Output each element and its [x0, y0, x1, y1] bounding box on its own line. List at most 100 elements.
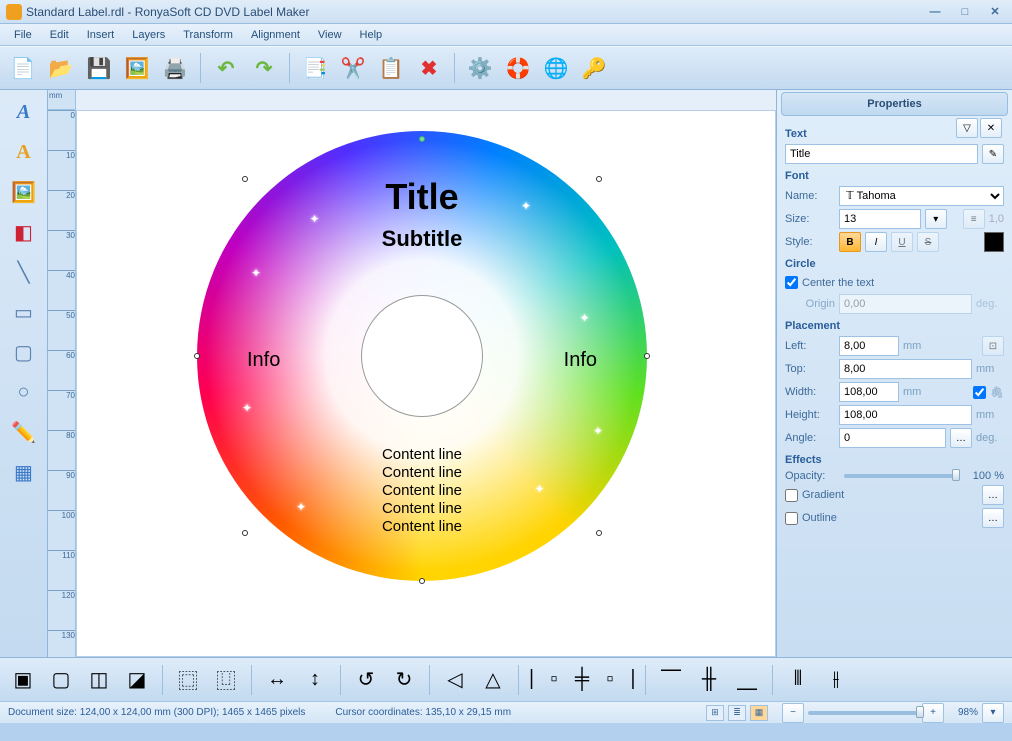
strike-button[interactable]: S	[917, 232, 939, 252]
resize-handle-s[interactable]	[419, 578, 425, 584]
settings-button[interactable]: ⚙️	[463, 51, 497, 85]
bold-button[interactable]: B	[839, 232, 861, 252]
send-backward-button[interactable]: ◪	[120, 663, 154, 697]
resize-handle-ne[interactable]	[596, 176, 602, 182]
pencil-tool[interactable]: ✏️	[6, 414, 42, 450]
align-left-button[interactable]: ⎸▫	[527, 663, 561, 697]
zoom-in-button[interactable]: +	[922, 703, 944, 723]
fancy-text-tool[interactable]: A	[6, 134, 42, 170]
group-button[interactable]: ⿴	[171, 663, 205, 697]
menu-file[interactable]: File	[6, 27, 40, 43]
help-button[interactable]: 🛟	[501, 51, 535, 85]
flip-h-button[interactable]: ◁	[438, 663, 472, 697]
bring-forward-button[interactable]: ◫	[82, 663, 116, 697]
disc-content-lines[interactable]: Content lineContent lineContent lineCont…	[382, 446, 462, 536]
panel-close-button[interactable]: ✕	[980, 118, 1002, 138]
gradient-more-button[interactable]: …	[982, 485, 1004, 505]
view-grid-button[interactable]: ⊞	[706, 705, 724, 721]
print-button[interactable]: 🖨️	[158, 51, 192, 85]
align-center-h-button[interactable]: ╪	[565, 663, 599, 697]
italic-button[interactable]: I	[865, 232, 887, 252]
new-button[interactable]: 📄	[6, 51, 40, 85]
distribute-h-button[interactable]: ⫴	[781, 663, 815, 697]
width-input[interactable]	[839, 382, 899, 402]
image-tool[interactable]: 🖼️	[6, 174, 42, 210]
angle-input[interactable]	[839, 428, 946, 448]
distribute-v-button[interactable]: ⫲	[819, 663, 853, 697]
rounded-rect-tool[interactable]: ▢	[6, 334, 42, 370]
angle-more-button[interactable]: …	[950, 428, 972, 448]
menu-help[interactable]: Help	[352, 27, 391, 43]
menu-alignment[interactable]: Alignment	[243, 27, 308, 43]
rotate-right-button[interactable]: ↻	[387, 663, 421, 697]
maximize-button[interactable]: □	[954, 3, 976, 21]
resize-handle-e[interactable]	[644, 353, 650, 359]
canvas[interactable]: ✦ ✦ ✦ ✦ ✦ ✦ ✦ ✦ Title Subtitle Info Info…	[76, 110, 776, 657]
menu-insert[interactable]: Insert	[79, 27, 123, 43]
center-text-checkbox[interactable]: Center the text	[785, 274, 1004, 291]
rotate-left-button[interactable]: ↺	[349, 663, 383, 697]
paste-button[interactable]: 📋	[374, 51, 408, 85]
resize-handle-sw[interactable]	[242, 530, 248, 536]
top-input[interactable]	[839, 359, 972, 379]
delete-button[interactable]: ✖	[412, 51, 446, 85]
fit-height-button[interactable]: ↕	[298, 663, 332, 697]
font-color-swatch[interactable]	[984, 232, 1004, 252]
line-tool[interactable]: ╲	[6, 254, 42, 290]
resize-handle-w[interactable]	[194, 353, 200, 359]
center-h-button[interactable]: ⊡	[982, 336, 1004, 356]
send-back-button[interactable]: ▢	[44, 663, 78, 697]
disc-title-text[interactable]: Title	[385, 176, 458, 218]
bring-front-button[interactable]: ▣	[6, 663, 40, 697]
view-list-button[interactable]: ≣	[728, 705, 746, 721]
rectangle-tool[interactable]: ▭	[6, 294, 42, 330]
disc-info-right[interactable]: Info	[564, 349, 597, 372]
zoom-knob[interactable]	[916, 706, 924, 718]
shapes-tool[interactable]: ◧	[6, 214, 42, 250]
text-tool[interactable]: A	[6, 94, 42, 130]
copy-button[interactable]: 📑	[298, 51, 332, 85]
key-button[interactable]: 🔑	[577, 51, 611, 85]
lock-aspect-check[interactable]	[973, 386, 986, 399]
underline-button[interactable]: U	[891, 232, 913, 252]
disc-subtitle-text[interactable]: Subtitle	[382, 226, 463, 252]
panel-dropdown-button[interactable]: ▽	[956, 118, 978, 138]
gradient-check[interactable]	[785, 489, 798, 502]
rotation-handle[interactable]	[419, 136, 425, 142]
menu-transform[interactable]: Transform	[175, 27, 241, 43]
height-input[interactable]	[839, 405, 972, 425]
ungroup-button[interactable]: ⿶	[209, 663, 243, 697]
resize-handle-nw[interactable]	[242, 176, 248, 182]
text-input[interactable]	[785, 144, 978, 164]
text-edit-button[interactable]: ✎	[982, 144, 1004, 164]
fit-width-button[interactable]: ↔	[260, 663, 294, 697]
stamp-tool[interactable]: ▦	[6, 454, 42, 490]
close-button[interactable]: ✕	[984, 3, 1006, 21]
align-top-button[interactable]: ⎺	[654, 663, 688, 697]
ellipse-tool[interactable]: ○	[6, 374, 42, 410]
resize-handle-se[interactable]	[596, 530, 602, 536]
opacity-slider[interactable]	[844, 474, 960, 478]
zoom-slider[interactable]	[808, 711, 918, 715]
web-button[interactable]: 🌐	[539, 51, 573, 85]
view-normal-button[interactable]: ▦	[750, 705, 768, 721]
minimize-button[interactable]: —	[924, 3, 946, 21]
left-input[interactable]	[839, 336, 899, 356]
zoom-dropdown-button[interactable]: ▾	[982, 703, 1004, 723]
undo-button[interactable]: ↶	[209, 51, 243, 85]
outline-check[interactable]	[785, 512, 798, 525]
save-button[interactable]: 💾	[82, 51, 116, 85]
menu-layers[interactable]: Layers	[124, 27, 173, 43]
gradient-checkbox[interactable]: Gradient	[785, 487, 844, 504]
outline-checkbox[interactable]: Outline	[785, 510, 837, 527]
align-right-button[interactable]: ▫⎹	[603, 663, 637, 697]
align-center-v-button[interactable]: ╫	[692, 663, 726, 697]
disc-label[interactable]: ✦ ✦ ✦ ✦ ✦ ✦ ✦ ✦ Title Subtitle Info Info…	[197, 131, 647, 581]
disc-info-left[interactable]: Info	[247, 349, 280, 372]
line-spacing-icon[interactable]: ≡	[963, 209, 985, 229]
size-dropdown-button[interactable]: ▾	[925, 209, 947, 229]
flip-v-button[interactable]: △	[476, 663, 510, 697]
menu-view[interactable]: View	[310, 27, 350, 43]
font-size-input[interactable]	[839, 209, 921, 229]
outline-more-button[interactable]: …	[982, 508, 1004, 528]
